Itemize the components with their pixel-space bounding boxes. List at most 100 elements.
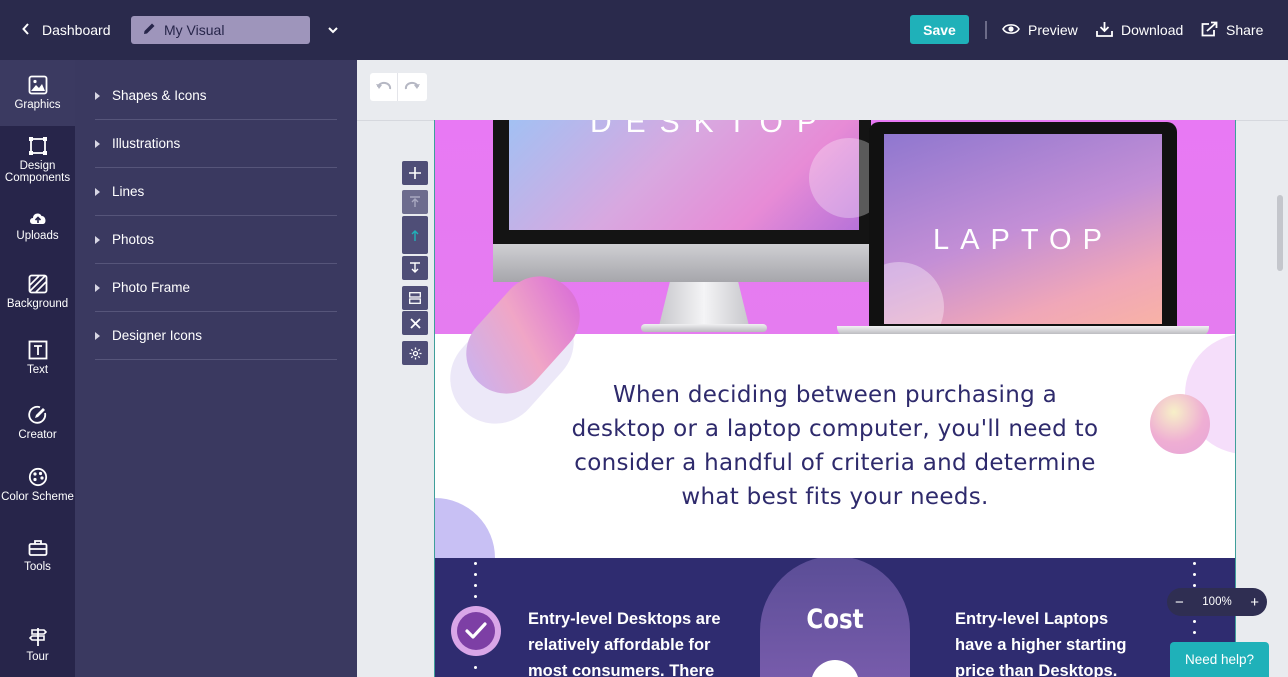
rail-item-color-scheme[interactable]: Color Scheme — [0, 467, 75, 517]
download-button[interactable]: Download — [1096, 19, 1183, 41]
rail-label-graphics: Graphics — [14, 99, 61, 111]
caret-right-icon — [95, 91, 100, 100]
caret-right-icon — [95, 187, 100, 196]
rail-label-tour: Tour — [26, 651, 49, 663]
creator-pencil-circle-icon — [27, 405, 46, 424]
cost-label: Cost — [806, 604, 864, 635]
background-hatch-icon — [28, 274, 47, 294]
panel-item-illustrations[interactable]: Illustrations — [95, 120, 337, 168]
panel-item-lines[interactable]: Lines — [95, 168, 337, 216]
desktop-stand — [659, 282, 749, 326]
desktop-cost-text[interactable]: Entry-level Desktops are relatively affo… — [528, 606, 738, 677]
redo-button[interactable] — [398, 73, 426, 101]
undo-button[interactable] — [370, 73, 398, 101]
close-icon — [409, 317, 421, 329]
rail-item-design-components[interactable]: Design Components — [0, 136, 75, 186]
signpost-icon — [28, 628, 47, 646]
graphics-panel: Shapes & Icons Illustrations Lines Photo… — [75, 60, 357, 677]
rail-item-graphics[interactable]: Graphics — [0, 60, 75, 126]
add-block-button[interactable] — [402, 161, 428, 185]
decorative-circle — [884, 262, 944, 324]
zoom-control: − 100% + — [1167, 588, 1267, 616]
delete-block-button[interactable] — [402, 311, 428, 335]
duplicate-block-button[interactable] — [402, 286, 428, 310]
image-icon — [28, 75, 47, 95]
panel-item-label: Photo Frame — [112, 280, 191, 295]
laptop-label: LAPTOP — [933, 224, 1113, 256]
rail-item-tools[interactable]: Tools — [0, 539, 75, 579]
intro-paragraph[interactable]: When deciding between purchasing a deskt… — [565, 378, 1105, 514]
preview-button[interactable]: Preview — [1002, 19, 1078, 41]
panel-item-label: Designer Icons — [112, 328, 203, 343]
vertical-scrollbar[interactable] — [1277, 195, 1283, 271]
laptop-screen-display: LAPTOP — [884, 134, 1162, 324]
toolbox-icon — [28, 540, 47, 556]
undo-icon — [375, 81, 391, 90]
panel-item-shapes-icons[interactable]: Shapes & Icons — [95, 72, 337, 120]
zoom-in-button[interactable]: + — [1250, 594, 1259, 611]
redo-icon — [404, 81, 420, 90]
text-icon — [28, 340, 47, 360]
eye-icon — [1002, 22, 1020, 38]
title-menu-chevron-down-icon[interactable] — [326, 22, 340, 38]
need-help-button[interactable]: Need help? — [1170, 642, 1269, 677]
panel-item-photos[interactable]: Photos — [95, 216, 337, 264]
panel-item-label: Lines — [112, 184, 145, 199]
rail-label-background: Background — [6, 298, 69, 310]
toolbar-divider — [985, 21, 987, 39]
rail-label-color-scheme: Color Scheme — [1, 491, 74, 503]
move-up-button[interactable] — [402, 216, 428, 254]
chevron-left-icon — [20, 22, 32, 38]
rail-item-text[interactable]: Text — [0, 340, 75, 380]
caret-right-icon — [95, 283, 100, 292]
rail-item-creator[interactable]: Creator — [0, 405, 75, 445]
move-bottom-icon — [410, 262, 420, 273]
save-button[interactable]: Save — [910, 15, 969, 44]
download-label: Download — [1121, 22, 1184, 38]
rail-label-creator: Creator — [18, 429, 57, 441]
move-down-button[interactable] — [402, 256, 428, 280]
visual-title-field[interactable]: My Visual — [131, 16, 310, 44]
back-to-dashboard[interactable]: Dashboard — [20, 19, 111, 41]
preview-label: Preview — [1028, 22, 1078, 38]
download-icon — [1096, 21, 1113, 40]
comparison-section[interactable]: Entry-level Desktops are relatively affo… — [435, 558, 1235, 677]
zoom-level: 100% — [1202, 596, 1232, 608]
desktop-label: DESKTOP — [590, 120, 831, 139]
visual-title-value: My Visual — [164, 22, 225, 38]
share-label: Share — [1226, 22, 1264, 38]
panel-item-designer-icons[interactable]: Designer Icons — [95, 312, 337, 360]
move-to-top-button[interactable] — [402, 190, 428, 214]
desktop-stand-base — [641, 324, 767, 332]
rail-label-design-components: Design Components — [4, 160, 71, 184]
pencil-icon — [143, 22, 156, 38]
desktop-chin — [493, 244, 871, 282]
dotted-line-left-bottom — [474, 666, 478, 677]
caret-right-icon — [95, 139, 100, 148]
block-settings-button[interactable] — [402, 341, 428, 365]
panel-item-photo-frame[interactable]: Photo Frame — [95, 264, 337, 312]
panel-item-label: Photos — [112, 232, 155, 247]
arrow-up-icon — [411, 230, 419, 241]
laptop-cost-text[interactable]: Entry-level Laptops have a higher starti… — [955, 606, 1150, 677]
canvas-area: DESKTOP LAPTOP When deciding between pur… — [357, 60, 1288, 677]
laptop-base — [837, 326, 1209, 334]
laptop-image[interactable]: LAPTOP — [869, 122, 1177, 326]
stack-icon — [409, 292, 421, 304]
share-icon — [1201, 21, 1218, 40]
cost-badge[interactable]: Cost — [760, 558, 910, 677]
zoom-out-button[interactable]: − — [1175, 594, 1184, 611]
share-button[interactable]: Share — [1201, 19, 1263, 41]
back-label: Dashboard — [42, 22, 111, 38]
infographic-document[interactable]: DESKTOP LAPTOP When deciding between pur… — [434, 120, 1236, 677]
palette-icon — [28, 467, 47, 487]
left-tool-rail: Graphics Design Components Uploads Backg… — [0, 60, 75, 677]
rail-item-tour[interactable]: Tour — [0, 627, 75, 667]
rail-item-uploads[interactable]: Uploads — [0, 210, 75, 250]
checkmark-badge — [451, 606, 501, 656]
caret-right-icon — [95, 235, 100, 244]
dotted-line-left — [474, 562, 478, 606]
decorative-gradient-circle — [1150, 394, 1210, 454]
rail-label-tools: Tools — [24, 561, 51, 573]
rail-item-background[interactable]: Background — [0, 274, 75, 314]
